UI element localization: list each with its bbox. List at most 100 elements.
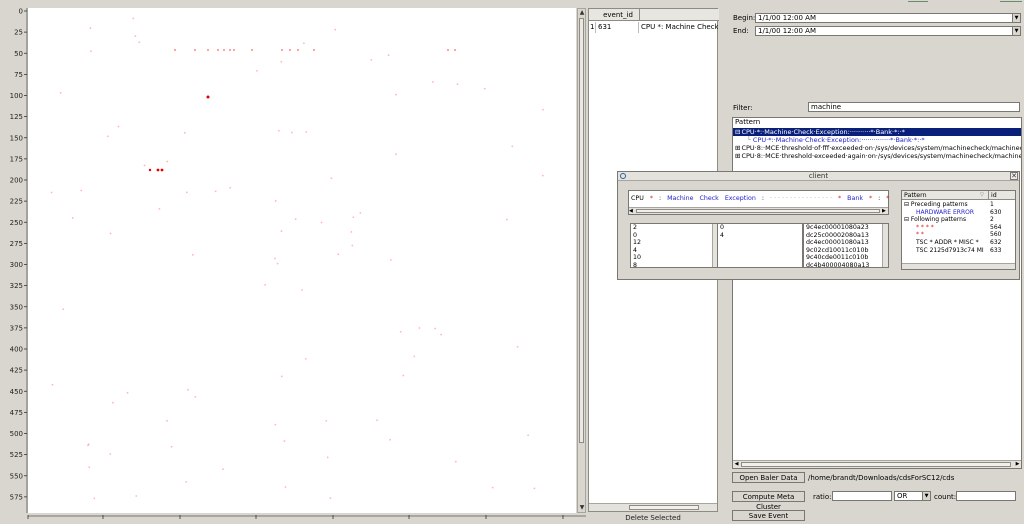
client-title-bar[interactable]: client ✕ xyxy=(618,172,1019,181)
context-tree-row[interactable]: TSC * ADDR * MISC * 632 xyxy=(902,239,1015,247)
context-pattern-tree[interactable]: Pattern ▽ id ⊟ Preceding patterns 1 HARDWA… xyxy=(901,190,1016,270)
list-scrollbar[interactable] xyxy=(882,224,888,267)
column-header-text[interactable] xyxy=(639,9,719,21)
event-point xyxy=(413,355,416,358)
scroll-left-icon[interactable]: ◀ xyxy=(629,208,635,214)
column-header-id[interactable]: id xyxy=(988,191,1015,200)
table-row-event-id[interactable]: 631 xyxy=(597,22,639,33)
pattern-token[interactable]: * xyxy=(650,195,653,202)
chevron-down-icon[interactable]: ▼ xyxy=(922,492,930,500)
chevron-down-icon[interactable]: ▼ xyxy=(1012,27,1020,35)
pattern-token[interactable]: : xyxy=(659,195,661,202)
pattern-token[interactable]: · · · · · · · · · · · · · · · · xyxy=(770,195,832,202)
pattern-tree-row[interactable]: ⊞CPU·8:·MCE·threshold·of·fff·exceeded·on… xyxy=(733,144,1021,152)
top-right-link-2[interactable] xyxy=(1000,0,1022,2)
list-item[interactable]: 10 xyxy=(631,254,718,262)
list-item[interactable]: 0 xyxy=(718,224,802,232)
operator-select[interactable]: OR ▼ xyxy=(894,491,931,501)
pattern-token[interactable]: * xyxy=(886,195,889,202)
save-event-button[interactable]: Save Event xyxy=(732,510,805,521)
table-horizontal-scrollbar[interactable] xyxy=(589,503,717,511)
event-point xyxy=(402,374,405,377)
delete-selected-button[interactable]: Delete Selected xyxy=(590,513,716,522)
scroll-right-icon[interactable]: ▶ xyxy=(882,208,888,214)
pattern-token[interactable]: : xyxy=(878,195,880,202)
event-point xyxy=(326,456,329,459)
pattern-token[interactable]: * xyxy=(869,195,872,202)
event-point xyxy=(62,308,65,311)
scroll-right-icon[interactable]: ▶ xyxy=(1014,461,1021,468)
chevron-down-icon[interactable]: ▼ xyxy=(1012,14,1020,22)
pattern-token[interactable]: Check xyxy=(699,195,718,202)
list-item[interactable]: 9c02cd10011c010b xyxy=(804,247,888,255)
expand-icon[interactable]: ⊞ xyxy=(735,152,740,160)
event-point xyxy=(111,401,114,404)
bank-value-list[interactable]: 04 xyxy=(717,223,803,268)
pattern-text: CPU·8:·MCE·threshold·exceeded·again·on·/… xyxy=(741,152,1021,160)
pattern-tree[interactable]: Pattern ⊟CPU·*:·Machine·Check·Exception:… xyxy=(732,117,1022,469)
context-tree-row[interactable]: ⊟ Following patterns 2 xyxy=(902,216,1015,224)
context-tree-row[interactable]: * * * * 564 xyxy=(902,224,1015,232)
pattern-token[interactable]: : xyxy=(762,195,764,202)
context-tree-scrollbar[interactable] xyxy=(902,263,1015,269)
context-tree-row[interactable]: TSC 2125d7913c74 MI 633 xyxy=(902,247,1015,255)
cpu-value-list[interactable]: 2 0 12 4 10 8 xyxy=(630,223,719,268)
pattern-token[interactable]: * xyxy=(838,195,841,202)
scroll-left-icon[interactable]: ◀ xyxy=(733,461,740,468)
scrollbar-thumb[interactable] xyxy=(741,462,1011,467)
pattern-tree-row[interactable]: ⊟CPU·*:·Machine·Check·Exception:········… xyxy=(733,128,1021,136)
list-item[interactable]: dc4ec00001080a13 xyxy=(804,239,888,247)
pattern-token[interactable]: CPU xyxy=(631,195,644,202)
table-row-index[interactable]: 1 xyxy=(590,22,596,33)
top-right-link-1[interactable] xyxy=(908,0,928,2)
scrollbar-thumb[interactable] xyxy=(629,505,699,510)
token-horizontal-scrollbar[interactable]: ◀ ▶ xyxy=(629,207,888,214)
list-item[interactable]: 2 xyxy=(631,224,718,232)
collapse-icon[interactable]: ⊟ xyxy=(735,128,740,136)
table-row-text[interactable]: CPU *: Machine Check Exc xyxy=(640,22,718,33)
close-icon[interactable]: ✕ xyxy=(1010,172,1018,180)
pattern-tree-row[interactable]: ⊞CPU·8:·MCE·threshold·exceeded·again·on·… xyxy=(733,152,1021,160)
context-tree-row[interactable]: ⊟ Preceding patterns 1 xyxy=(902,201,1015,209)
data-path-label: /home/brandt/Downloads/cdsForSC12/cds xyxy=(808,474,955,482)
context-tree-row[interactable]: * * 560 xyxy=(902,231,1015,239)
list-item[interactable]: 4 xyxy=(718,232,802,240)
list-item[interactable]: 0 xyxy=(631,232,718,240)
pattern-token-box[interactable]: CPU *: Machine Check Exception: · · · · · · ·… xyxy=(628,190,889,215)
context-tree-row[interactable]: HARDWARE ERROR 630 xyxy=(902,209,1015,217)
event-point xyxy=(434,327,437,330)
list-item[interactable]: 8 xyxy=(631,262,718,267)
list-item[interactable]: dc4b400004080a13 xyxy=(804,262,888,267)
list-item[interactable]: dc25c00002080a13 xyxy=(804,232,888,240)
scrollbar-thumb[interactable] xyxy=(636,209,880,213)
pattern-token[interactable]: Bank xyxy=(847,195,863,202)
pattern-tree-row[interactable]: └ CPU·*:·Machine·Check·Exception:········… xyxy=(733,136,1021,144)
scrollbar-thumb[interactable] xyxy=(579,18,584,443)
scroll-up-icon[interactable]: ▲ xyxy=(578,9,586,17)
pattern-text: CPU·*:·Machine·Check·Exception:·········… xyxy=(741,128,905,136)
scroll-down-icon[interactable]: ▼ xyxy=(578,504,586,512)
ratio-input[interactable] xyxy=(832,491,892,501)
open-baler-data-button[interactable]: Open Baler Data xyxy=(732,472,805,483)
client-window[interactable]: client ✕ CPU *: Machine Check Exception: · · … xyxy=(617,171,1020,280)
begin-datetime-field[interactable]: 1/1/00 12:00 AM ▼ xyxy=(755,13,1021,23)
column-header-event-id[interactable]: event_id xyxy=(597,9,639,21)
list-item[interactable]: 9c4ec00001080a23 xyxy=(804,224,888,232)
count-input[interactable] xyxy=(956,491,1016,501)
end-datetime-field[interactable]: 1/1/00 12:00 AM ▼ xyxy=(755,26,1021,36)
expand-icon[interactable]: ⊞ xyxy=(735,144,740,152)
list-item[interactable]: 9c40cde0011c010b xyxy=(804,254,888,262)
list-item[interactable]: 12 xyxy=(631,239,718,247)
pattern-token[interactable]: Exception xyxy=(725,195,756,202)
pattern-token[interactable]: Machine xyxy=(667,195,693,202)
event-point xyxy=(516,345,519,348)
filter-input[interactable] xyxy=(808,102,1020,112)
scatter-plot[interactable]: 0 25 50 75 100 125 150 175 200 225 250 275 300 325 350… xyxy=(0,0,588,522)
event-point xyxy=(351,244,354,247)
compute-meta-cluster-button[interactable]: Compute Meta Cluster xyxy=(732,491,805,511)
column-header-pattern[interactable]: Pattern xyxy=(904,191,927,200)
pattern-tree-horizontal-scrollbar[interactable]: ◀ ▶ xyxy=(733,460,1021,468)
status-value-list[interactable]: 9c4ec00001080a23 dc25c00002080a13 dc4ec000… xyxy=(803,223,889,268)
list-item[interactable]: 4 xyxy=(631,247,718,255)
plot-vertical-scrollbar[interactable]: ▲ ▼ xyxy=(577,8,586,513)
